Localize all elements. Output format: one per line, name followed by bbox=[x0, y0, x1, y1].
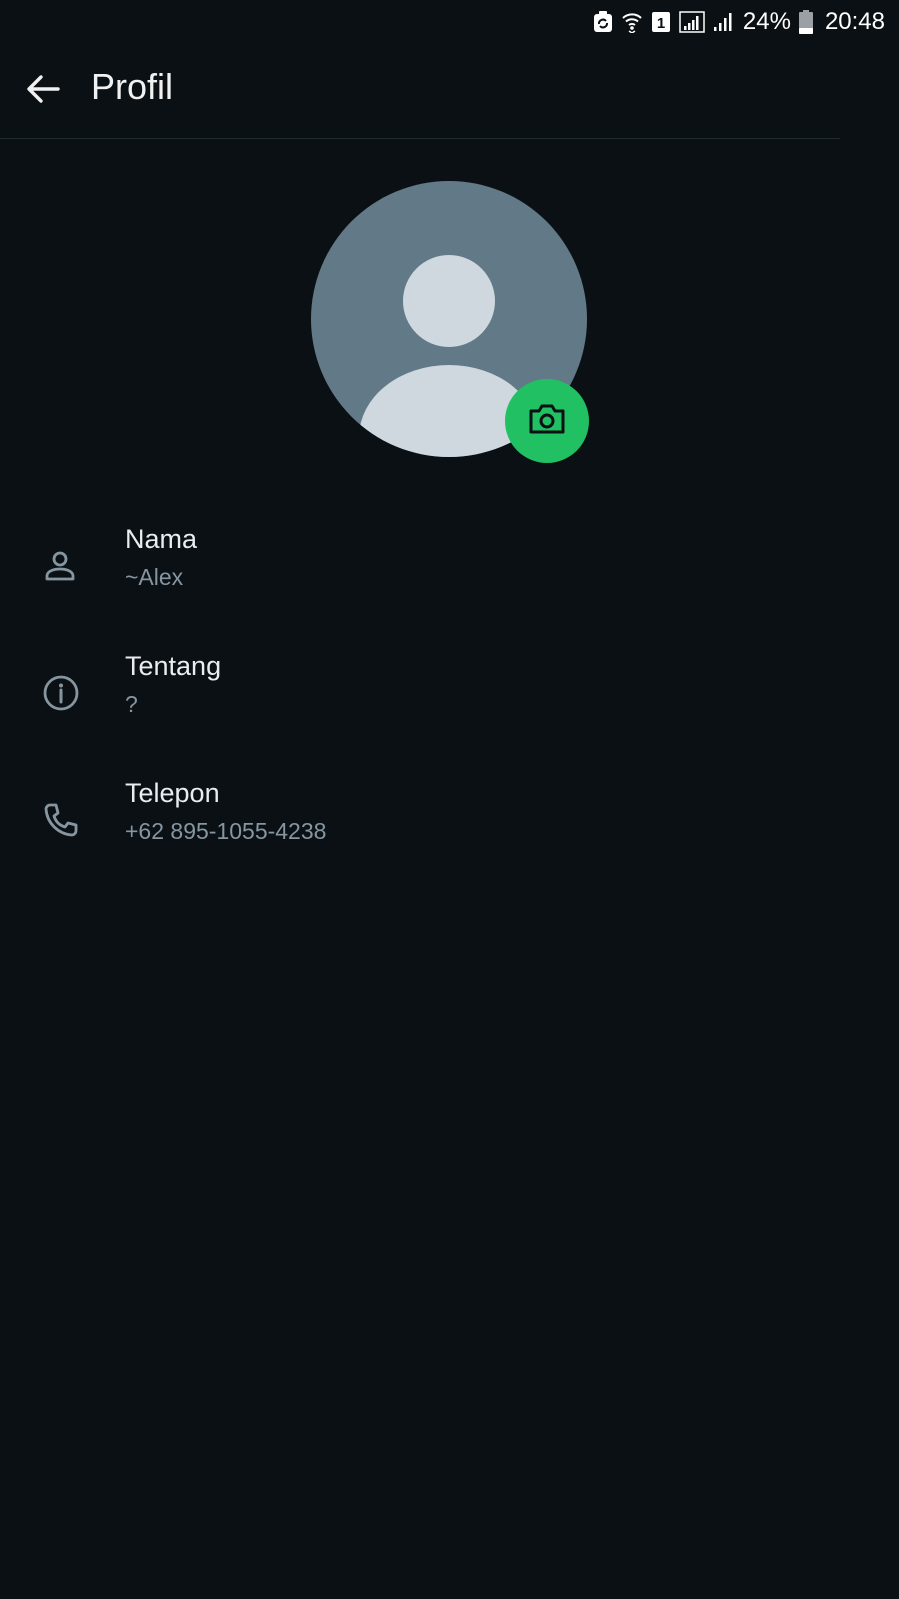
phone-label: Telepon bbox=[125, 778, 220, 808]
phone-value: +62 895-1055-4238 bbox=[125, 818, 327, 844]
name-value: ~Alex bbox=[125, 564, 184, 590]
signal-icon bbox=[679, 11, 705, 33]
change-photo-button[interactable] bbox=[505, 379, 589, 463]
info-icon bbox=[42, 673, 80, 713]
name-label: Nama bbox=[125, 524, 198, 554]
sync-icon bbox=[593, 11, 613, 33]
about-row[interactable]: Tentang ? bbox=[0, 645, 899, 755]
battery-icon bbox=[798, 10, 813, 34]
person-icon bbox=[42, 546, 78, 586]
status-bar: 1 24% 20:48 bbox=[0, 0, 899, 44]
signal-icon bbox=[713, 11, 735, 33]
battery-percentage: 24% bbox=[742, 8, 791, 35]
camera-icon bbox=[528, 403, 566, 440]
back-button[interactable] bbox=[20, 68, 66, 114]
phone-icon bbox=[42, 800, 80, 840]
name-row[interactable]: Nama ~Alex bbox=[0, 518, 899, 628]
avatar-head-shape bbox=[403, 255, 495, 347]
phone-row[interactable]: Telepon +62 895-1055-4238 bbox=[0, 772, 899, 882]
page-title: Profil bbox=[91, 66, 174, 107]
sim-number: 1 bbox=[657, 15, 665, 32]
about-label: Tentang bbox=[125, 651, 222, 681]
arrow-left-icon bbox=[26, 74, 60, 109]
status-icons: 1 24% 20:48 bbox=[593, 6, 885, 38]
profile-screen: 1 24% 20:48 Profil Nama ~Alex Tentang ? … bbox=[0, 0, 899, 1599]
about-value: ? bbox=[125, 691, 138, 717]
sim-icon: 1 bbox=[651, 11, 671, 33]
avatar-container bbox=[311, 181, 589, 463]
wifi-icon bbox=[621, 11, 643, 33]
app-bar: Profil bbox=[0, 44, 840, 139]
clock: 20:48 bbox=[824, 8, 885, 35]
